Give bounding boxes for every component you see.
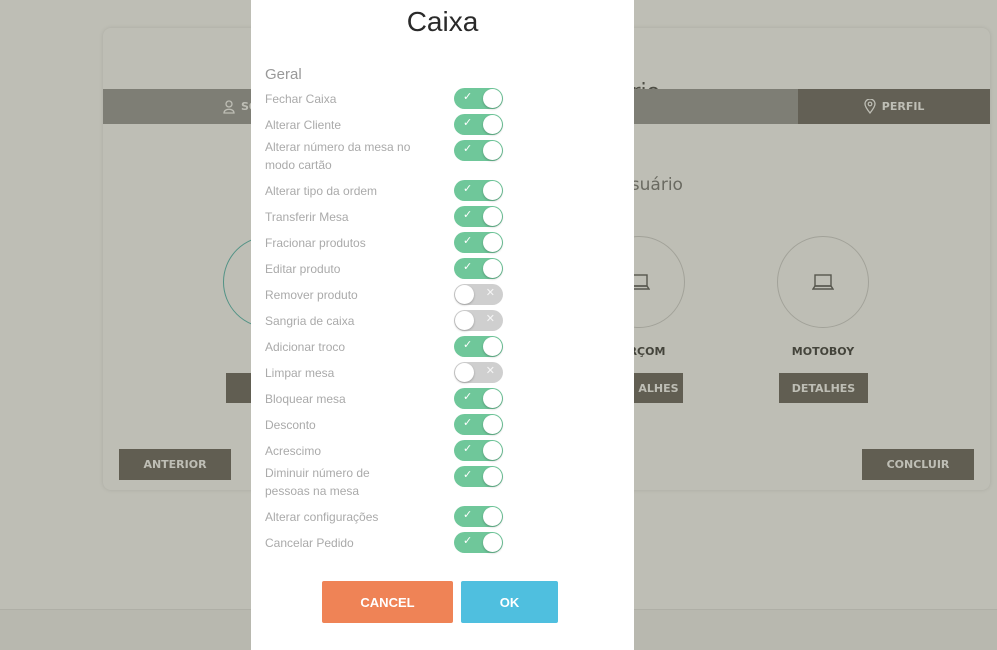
permission-row: Limpar mesa ✕ bbox=[265, 362, 505, 383]
check-icon: ✓ bbox=[463, 442, 473, 455]
permission-row: Transferir Mesa ✓ bbox=[265, 206, 505, 227]
permission-row: Alterar número da mesa no modo cartão ✓ bbox=[265, 138, 505, 174]
permission-toggle[interactable]: ✓ bbox=[454, 506, 503, 527]
permission-toggle[interactable]: ✓ bbox=[454, 180, 503, 201]
permission-row: Editar produto ✓ bbox=[265, 258, 505, 279]
permission-label: Adicionar troco bbox=[265, 340, 346, 354]
toggle-knob bbox=[455, 311, 474, 330]
permission-row: Fechar Caixa ✓ bbox=[265, 88, 505, 109]
permission-label: Diminuir número de pessoas na mesa bbox=[265, 466, 370, 498]
toggle-knob bbox=[455, 363, 474, 382]
toggle-knob bbox=[483, 415, 502, 434]
permission-row: Fracionar produtos ✓ bbox=[265, 232, 505, 253]
toggle-knob bbox=[483, 389, 502, 408]
permission-row: Bloquear mesa ✓ bbox=[265, 388, 505, 409]
permission-toggle[interactable]: ✓ bbox=[454, 140, 503, 161]
permission-label: Alterar número da mesa no modo cartão bbox=[265, 140, 411, 172]
toggle-knob bbox=[455, 285, 474, 304]
check-icon: ✓ bbox=[463, 142, 473, 155]
permission-toggle[interactable]: ✓ bbox=[454, 440, 503, 461]
permission-toggle[interactable]: ✓ bbox=[454, 466, 503, 487]
ok-button[interactable]: OK bbox=[461, 581, 558, 623]
check-icon: ✓ bbox=[463, 468, 473, 481]
permission-row: Alterar Cliente ✓ bbox=[265, 114, 505, 135]
check-icon: ✓ bbox=[463, 260, 473, 273]
permission-label: Bloquear mesa bbox=[265, 392, 346, 406]
toggle-knob bbox=[483, 233, 502, 252]
section-heading: Geral bbox=[265, 66, 302, 83]
permission-label: Editar produto bbox=[265, 262, 341, 276]
permission-toggle[interactable]: ✕ bbox=[454, 362, 503, 383]
modal-title: Caixa bbox=[406, 6, 479, 37]
permission-label: Fechar Caixa bbox=[265, 92, 337, 106]
check-icon: ✓ bbox=[463, 182, 473, 195]
toggle-knob bbox=[483, 115, 502, 134]
permission-label: Desconto bbox=[265, 418, 316, 432]
permission-toggle[interactable]: ✓ bbox=[454, 206, 503, 227]
check-icon: ✓ bbox=[463, 90, 473, 103]
toggle-knob bbox=[483, 207, 502, 226]
permission-label: Cancelar Pedido bbox=[265, 536, 354, 550]
cancel-button[interactable]: CANCEL bbox=[322, 581, 453, 623]
permission-label: Alterar tipo da ordem bbox=[265, 184, 378, 198]
permission-toggle[interactable]: ✓ bbox=[454, 336, 503, 357]
toggle-knob bbox=[483, 533, 502, 552]
permission-toggle[interactable]: ✓ bbox=[454, 532, 503, 553]
permission-label: Remover produto bbox=[265, 288, 358, 302]
toggle-knob bbox=[483, 89, 502, 108]
toggle-knob bbox=[483, 441, 502, 460]
permission-row: Remover produto ✕ bbox=[265, 284, 505, 305]
toggle-knob bbox=[483, 181, 502, 200]
toggle-knob bbox=[483, 467, 502, 486]
permission-label: Limpar mesa bbox=[265, 366, 335, 380]
permission-toggle[interactable]: ✕ bbox=[454, 284, 503, 305]
permission-row: Adicionar troco ✓ bbox=[265, 336, 505, 357]
permission-row: Alterar configurações ✓ bbox=[265, 506, 505, 527]
check-icon: ✓ bbox=[463, 208, 473, 221]
permission-label: Alterar Cliente bbox=[265, 118, 342, 132]
check-icon: ✓ bbox=[463, 534, 473, 547]
permission-row: Sangria de caixa ✕ bbox=[265, 310, 505, 331]
permission-row: Diminuir número de pessoas na mesa ✓ bbox=[265, 464, 505, 500]
x-icon: ✕ bbox=[485, 364, 495, 377]
permission-row: Cancelar Pedido ✓ bbox=[265, 532, 505, 553]
check-icon: ✓ bbox=[463, 338, 473, 351]
permission-label: Sangria de caixa bbox=[265, 314, 355, 328]
permission-label: Transferir Mesa bbox=[265, 210, 349, 224]
toggle-knob bbox=[483, 507, 502, 526]
check-icon: ✓ bbox=[463, 416, 473, 429]
permission-row: Alterar tipo da ordem ✓ bbox=[265, 180, 505, 201]
permission-label: Fracionar produtos bbox=[265, 236, 366, 250]
permission-toggle[interactable]: ✕ bbox=[454, 310, 503, 331]
permissions-modal: Caixa Geral Fechar Caixa ✓ Alterar Clien… bbox=[251, 0, 634, 650]
toggle-knob bbox=[483, 141, 502, 160]
permission-toggle[interactable]: ✓ bbox=[454, 258, 503, 279]
permission-toggle[interactable]: ✓ bbox=[454, 114, 503, 135]
x-icon: ✕ bbox=[485, 286, 495, 299]
toggle-knob bbox=[483, 337, 502, 356]
check-icon: ✓ bbox=[463, 508, 473, 521]
check-icon: ✓ bbox=[463, 390, 473, 403]
permission-row: Acrescimo ✓ bbox=[265, 440, 505, 461]
check-icon: ✓ bbox=[463, 116, 473, 129]
permission-label: Acrescimo bbox=[265, 444, 322, 458]
permission-toggle[interactable]: ✓ bbox=[454, 232, 503, 253]
permission-toggle[interactable]: ✓ bbox=[454, 388, 503, 409]
toggle-knob bbox=[483, 259, 502, 278]
permission-row: Desconto ✓ bbox=[265, 414, 505, 435]
permission-label: Alterar configurações bbox=[265, 510, 379, 524]
permission-toggle[interactable]: ✓ bbox=[454, 414, 503, 435]
permission-toggle[interactable]: ✓ bbox=[454, 88, 503, 109]
check-icon: ✓ bbox=[463, 234, 473, 247]
x-icon: ✕ bbox=[485, 312, 495, 325]
